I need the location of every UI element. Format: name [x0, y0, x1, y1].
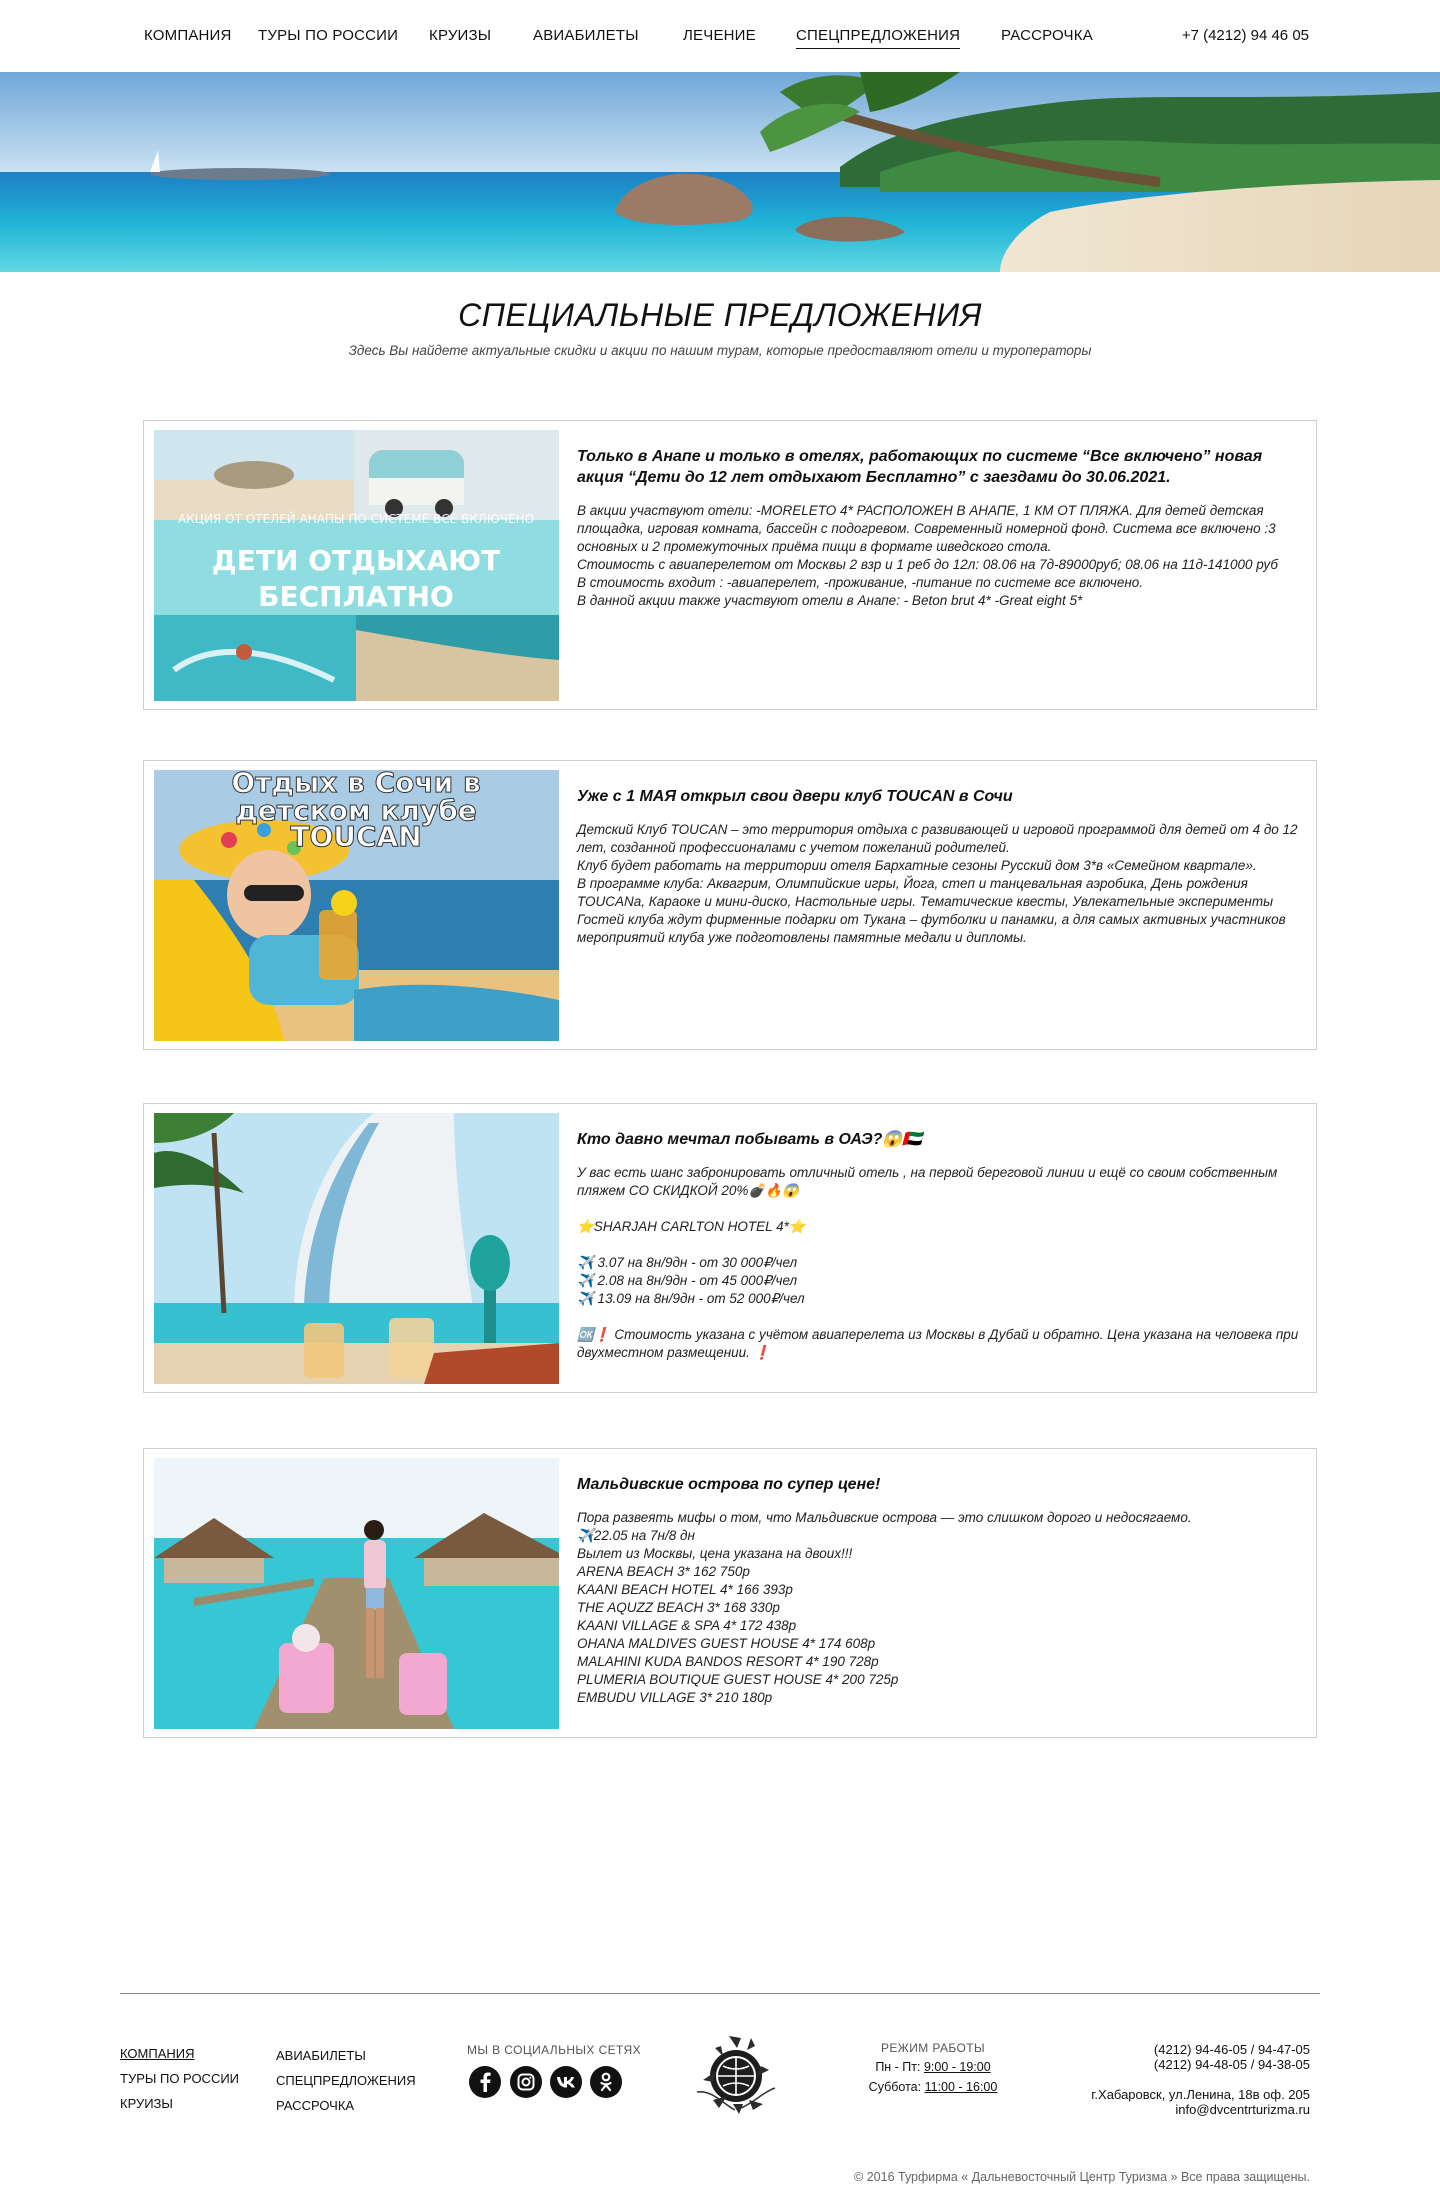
- anapa-image-caption-top: АКЦИЯ ОТ ОТЕЛЕЙ АНАПЫ ПО СИСТЕМЕ ВСЕ ВКЛ…: [178, 511, 534, 526]
- weekday-hours-time: 9:00 - 19:00: [923, 2060, 991, 2074]
- offer-body: Мальдивские острова по супер цене! Пора …: [577, 1474, 1302, 1707]
- nav-item-russia-tours[interactable]: Туры по России: [258, 27, 398, 44]
- hero-banner: [0, 72, 1440, 272]
- footer-link-russia-tours[interactable]: Туры по России: [120, 2071, 239, 2086]
- offer-image-anapa: АКЦИЯ ОТ ОТЕЛЕЙ АНАПЫ ПО СИСТЕМЕ ВСЕ ВКЛ…: [154, 430, 559, 701]
- saturday-hours-time: 11:00 - 16:00: [924, 2080, 998, 2094]
- nav-item-flights[interactable]: Авиабилеты: [533, 27, 639, 44]
- copyright: © 2016 Турфирма « Дальневосточный Центр …: [854, 2170, 1310, 2184]
- footer-link-special-offers[interactable]: Спецпредложения: [276, 2073, 416, 2088]
- weekday-hours: Пн - Пт: 9:00 - 19:00: [848, 2060, 1018, 2074]
- offer-image-maldives: [154, 1458, 559, 1729]
- facebook-icon[interactable]: [469, 2066, 501, 2098]
- footer-link-installments[interactable]: Рассрочка: [276, 2098, 354, 2113]
- offer-title[interactable]: Кто давно мечтал побывать в ОАЭ?😱🇦🇪: [577, 1129, 1302, 1150]
- footer-phones-1[interactable]: (4212) 94-46-05 / 94-47-05: [1154, 2042, 1310, 2057]
- offer-card[interactable]: Кто давно мечтал побывать в ОАЭ?😱🇦🇪 У ва…: [143, 1103, 1317, 1393]
- offer-title[interactable]: Только в Анапе и только в отелях, работа…: [577, 446, 1302, 488]
- offer-text: У вас есть шанс забронировать отличный о…: [577, 1165, 1299, 1360]
- toucan-image-caption-3: TOUCAN: [290, 820, 421, 853]
- offer-card[interactable]: Отдых в Сочи в детском клубе TOUCAN Уже …: [143, 760, 1317, 1050]
- footer-email[interactable]: info@dvcentrturizma.ru: [1175, 2102, 1310, 2117]
- nav-item-company[interactable]: Компания: [144, 27, 232, 44]
- social-title: МЫ В СОЦИАЛЬНЫХ СЕТЯХ: [467, 2043, 641, 2057]
- footer-phones-2[interactable]: (4212) 94-48-05 / 94-38-05: [1154, 2057, 1310, 2072]
- footer-link-cruises[interactable]: Круизы: [120, 2096, 173, 2111]
- offer-body: Кто давно мечтал побывать в ОАЭ?😱🇦🇪 У ва…: [577, 1129, 1302, 1362]
- offer-image-uae: [154, 1113, 559, 1384]
- instagram-icon[interactable]: [510, 2066, 542, 2098]
- footer-link-company[interactable]: Компания: [120, 2046, 195, 2061]
- offer-body: Уже с 1 МАЯ открыл свои двери клуб TOUCA…: [577, 786, 1302, 947]
- footer-link-flights[interactable]: Авиабилеты: [276, 2048, 366, 2063]
- nav-item-cruises[interactable]: Круизы: [429, 27, 491, 44]
- company-logo[interactable]: [693, 2030, 779, 2116]
- vk-icon[interactable]: [550, 2066, 582, 2098]
- offer-image-sochi-toucan: Отдых в Сочи в детском клубе TOUCAN: [154, 770, 559, 1041]
- header-phone[interactable]: +7 (4212) 94 46 05: [1182, 27, 1309, 44]
- page-title: СПЕЦИАЛЬНЫЕ ПРЕДЛОЖЕНИЯ: [458, 297, 982, 333]
- nav-item-installments[interactable]: Рассрочка: [1001, 27, 1093, 44]
- offer-text: Детский Клуб TOUCAN – это территория отд…: [577, 822, 1298, 945]
- offer-title[interactable]: Мальдивские острова по супер цене!: [577, 1474, 1302, 1495]
- nav-item-special-offers[interactable]: Спецпредложения: [796, 27, 961, 49]
- offer-body: Только в Анапе и только в отелях, работа…: [577, 446, 1302, 610]
- nav-item-treatment[interactable]: Лечение: [683, 27, 756, 44]
- weekday-hours-label: Пн - Пт:: [875, 2060, 924, 2074]
- saturday-hours: Суббота: 11:00 - 16:00: [848, 2080, 1018, 2094]
- offer-card[interactable]: Мальдивские острова по супер цене! Пора …: [143, 1448, 1317, 1738]
- offer-text: Пора развеять мифы о том, что Мальдивски…: [577, 1510, 1192, 1705]
- page-subtitle: Здесь Вы найдете актуальные скидки и акц…: [348, 343, 1092, 358]
- working-hours-title: РЕЖИМ РАБОТЫ: [880, 2041, 986, 2055]
- footer-divider: [120, 1993, 1320, 1994]
- anapa-image-caption-main-2: БЕСПЛАТНО: [258, 580, 454, 613]
- offer-title[interactable]: Уже с 1 МАЯ открыл свои двери клуб TOUCA…: [577, 786, 1302, 807]
- footer-address: г.Хабаровск, ул.Ленина, 18в оф. 205: [1091, 2087, 1310, 2102]
- top-navigation: Компания Туры по России Круизы Авиабилет…: [0, 0, 1440, 72]
- anapa-image-caption-main-1: ДЕТИ ОТДЫХАЮТ: [212, 544, 500, 577]
- offer-card[interactable]: АКЦИЯ ОТ ОТЕЛЕЙ АНАПЫ ПО СИСТЕМЕ ВСЕ ВКЛ…: [143, 420, 1317, 710]
- odnoklassniki-icon[interactable]: [590, 2066, 622, 2098]
- saturday-hours-label: Суббота:: [868, 2080, 925, 2094]
- offer-text: В акции участвуют отели: -MORELETO 4* РА…: [577, 503, 1278, 608]
